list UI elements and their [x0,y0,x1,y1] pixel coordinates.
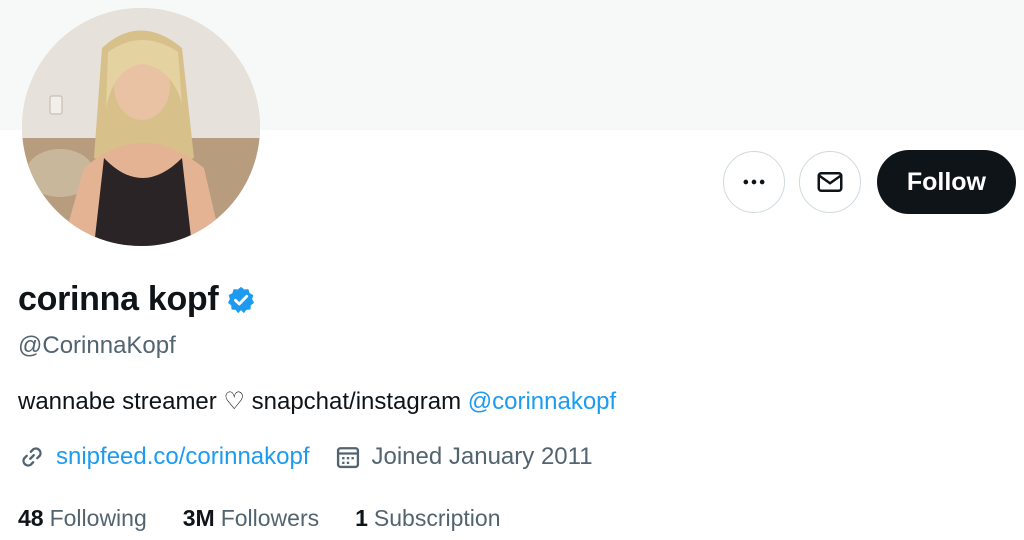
more-button[interactable] [722,151,785,213]
bio: wannabe streamer ♡ snapchat/instagram @c… [18,387,616,416]
bio-text: wannabe streamer ♡ snapchat/instagram [18,388,468,415]
verified-badge[interactable] [226,285,256,315]
avatar[interactable] [22,8,260,246]
following-stat[interactable]: 48 Following [18,505,147,532]
envelope-icon [817,172,843,192]
followers-stat[interactable]: 3M Followers [183,505,319,532]
subscription-label: Subscription [373,505,501,531]
message-button[interactable] [798,151,861,213]
calendar-icon [336,447,359,469]
avatar-photo [22,8,260,246]
followers-label: Followers [220,505,320,531]
profile-meta: snipfeed.co/corinnakopf Joined January 2… [18,443,593,471]
website-link[interactable]: snipfeed.co/corinnakopf [56,443,310,471]
more-dots-icon [743,179,765,185]
subscription-count: 1 [355,505,368,531]
bio-mention-link[interactable]: @corinnakopf [468,388,616,415]
joined-date: Joined January 2011 [371,443,593,470]
verified-check-icon [228,286,255,313]
website-item: snipfeed.co/corinnakopf [18,443,310,471]
profile-stats: 48 Following 3M Followers 1 Subscription [18,505,537,532]
following-label: Following [49,505,147,531]
follow-button[interactable]: Follow [876,150,1016,214]
name-row: corinna kopf [18,280,256,319]
following-count: 48 [18,505,44,531]
display-name: corinna kopf [18,280,219,318]
user-handle: @CorinnaKopf [18,332,176,359]
subscription-stat[interactable]: 1 Subscription [355,505,500,532]
joined-item: Joined January 2011 [334,443,593,471]
link-icon [22,447,42,467]
profile-actions: Follow [722,150,1016,214]
followers-count: 3M [182,505,215,531]
